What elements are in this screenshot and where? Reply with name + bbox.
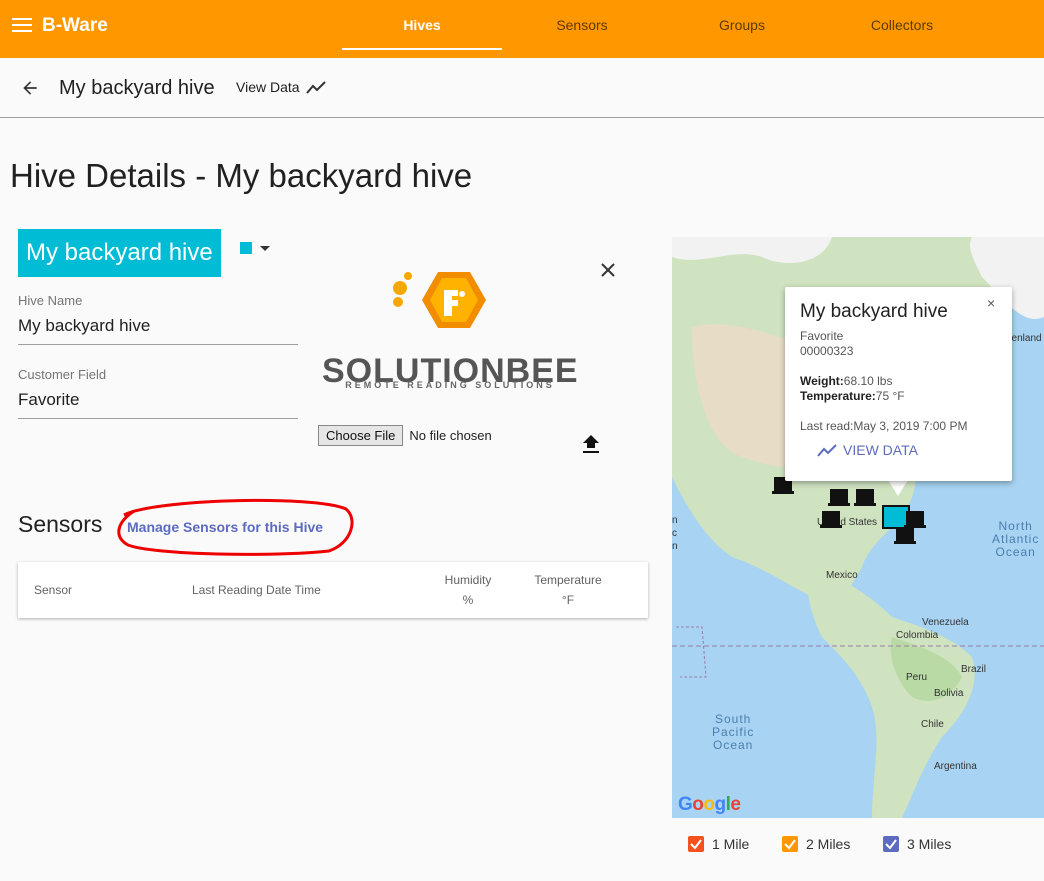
sensors-heading: Sensors: [18, 511, 103, 537]
label-brazil: Brazil: [961, 664, 987, 675]
legend-1-mile[interactable]: 1 Mile: [688, 836, 749, 852]
solutionbee-logo: SOLUTIONBEE REMOTE READING SOLUTIONS: [320, 266, 580, 396]
menu-icon[interactable]: [12, 18, 32, 34]
hive-name-input[interactable]: My backyard hive: [18, 316, 298, 345]
popup-pointer: [888, 480, 908, 496]
brand-title[interactable]: B-Ware: [42, 15, 108, 37]
google-logo: Google: [678, 794, 741, 815]
popup-temperature: Temperature:75 °F: [800, 389, 905, 403]
col-last-reading[interactable]: Last Reading Date Time: [192, 580, 321, 600]
hive-name-chip: My backyard hive: [18, 229, 221, 277]
customer-field[interactable]: Customer Field Favorite: [18, 367, 298, 419]
popup-last-read: Last read:May 3, 2019 7:00 PM: [800, 419, 968, 433]
hive-name-field[interactable]: Hive Name My backyard hive: [18, 293, 298, 345]
col-temperature[interactable]: Temperature °F: [530, 570, 606, 610]
popup-customer: Favorite: [800, 329, 844, 343]
view-data-label: View Data: [236, 79, 300, 95]
tab-groups[interactable]: Groups: [662, 0, 822, 58]
col-sensor[interactable]: Sensor: [34, 580, 72, 600]
checkbox-3-miles[interactable]: [883, 836, 899, 852]
hive-name-label: Hive Name: [18, 293, 83, 308]
legend-2-miles[interactable]: 2 Miles: [782, 836, 850, 852]
hive-marker-icon[interactable]: [854, 487, 878, 509]
page-title: Hive Details - My backyard hive: [10, 157, 473, 194]
hive-info-popup: My backyard hive × Favorite 00000323 Wei…: [785, 287, 1012, 481]
legend-label: 2 Miles: [806, 836, 851, 852]
legend-label: 3 Miles: [907, 836, 952, 852]
label-mexico: Mexico: [826, 570, 858, 581]
label-venezuela: Venezuela: [922, 617, 969, 628]
hive-title: My backyard hive: [59, 77, 215, 99]
logo-tagline: REMOTE READING SOLUTIONS: [345, 380, 555, 390]
trending-icon: [305, 81, 326, 94]
label-north-atlantic: North Atlantic Ocean: [992, 519, 1040, 559]
label-bolivia: Bolivia: [934, 688, 964, 699]
sensor-table: Sensor Last Reading Date Time Humidity% …: [18, 562, 648, 618]
color-swatch: [240, 242, 252, 254]
legend-3-miles[interactable]: 3 Miles: [883, 836, 951, 852]
checkbox-2-miles[interactable]: [782, 836, 798, 852]
label-argentina: Argentina: [934, 761, 977, 772]
tab-hives[interactable]: Hives: [342, 0, 502, 58]
popup-view-data-label: VIEW DATA: [843, 442, 918, 458]
file-status: No file chosen: [409, 428, 492, 443]
hive-marker-icon[interactable]: [894, 525, 918, 547]
popup-id: 00000323: [800, 344, 854, 358]
choose-file-button[interactable]: Choose File: [318, 425, 404, 446]
dropdown-caret-icon: [260, 245, 270, 251]
back-arrow-icon[interactable]: [20, 78, 40, 98]
label-south-pacific: South Pacific Ocean: [712, 712, 755, 752]
label-edge-2: c: [672, 528, 677, 539]
upload-icon[interactable]: [582, 435, 600, 455]
top-app-bar: B-Ware Hives Sensors Groups Collectors: [0, 0, 1044, 58]
file-upload-row: Choose File No file chosen: [318, 425, 492, 446]
legend-label: 1 Mile: [712, 836, 750, 852]
popup-view-data-button[interactable]: VIEW DATA: [817, 442, 918, 458]
color-picker[interactable]: [240, 242, 270, 254]
popup-weight: Weight:68.10 lbs: [800, 374, 893, 388]
view-data-button[interactable]: View Data: [236, 79, 326, 95]
label-edge-1: n: [672, 515, 678, 526]
sub-toolbar: My backyard hive View Data: [0, 58, 1044, 118]
label-colombia: Colombia: [896, 630, 939, 641]
label-peru: Peru: [906, 672, 928, 683]
hive-marker-icon[interactable]: [820, 509, 844, 531]
red-annotation-circle: [117, 498, 354, 556]
popup-close-icon[interactable]: ×: [987, 295, 995, 311]
customer-field-label: Customer Field: [18, 367, 107, 382]
checkbox-1-mile[interactable]: [688, 836, 704, 852]
col-humidity[interactable]: Humidity%: [440, 570, 496, 610]
label-chile: Chile: [921, 719, 944, 730]
label-edge-3: n: [672, 541, 678, 552]
hive-marker-icon[interactable]: [828, 487, 852, 509]
tab-sensors[interactable]: Sensors: [502, 0, 662, 58]
trending-icon: [817, 444, 837, 457]
popup-title: My backyard hive: [800, 301, 948, 322]
close-icon[interactable]: [598, 260, 618, 280]
customer-field-input[interactable]: Favorite: [18, 390, 298, 419]
tab-collectors[interactable]: Collectors: [822, 0, 982, 58]
